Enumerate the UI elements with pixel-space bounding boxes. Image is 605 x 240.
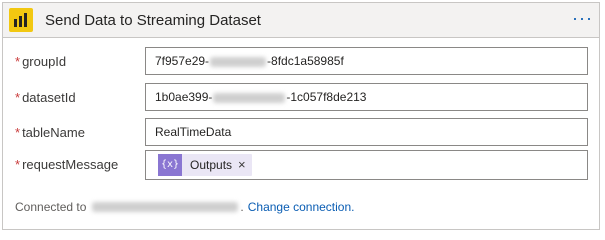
redacted-blur	[92, 202, 239, 212]
redacted-blur	[213, 92, 286, 103]
redacted-blur	[210, 56, 267, 67]
power-bi-icon	[9, 8, 33, 32]
tablename-field[interactable]: RealTimeData	[145, 118, 588, 146]
tablename-label: * tableName	[15, 125, 85, 140]
change-connection-link[interactable]: Change connection.	[248, 200, 355, 214]
action-card: Send Data to Streaming Dataset ··· * grou…	[2, 2, 600, 230]
outputs-token[interactable]: {x} Outputs ×	[158, 154, 252, 176]
card-header[interactable]: Send Data to Streaming Dataset ···	[3, 3, 599, 38]
token-label: Outputs	[190, 158, 233, 172]
groupid-label: * groupId	[15, 54, 67, 69]
requestmessage-label: * requestMessage	[15, 157, 119, 172]
connected-label: Connected to	[15, 200, 87, 214]
close-icon[interactable]: ×	[238, 152, 252, 178]
card-title: Send Data to Streaming Dataset	[45, 12, 261, 29]
more-options-icon[interactable]: ···	[572, 8, 593, 28]
datasetid-field[interactable]: 1b0ae399- -1c057f8de213	[145, 83, 588, 111]
expression-icon: {x}	[158, 154, 182, 176]
datasetid-label: * datasetId	[15, 90, 76, 105]
requestmessage-row: * requestMessage {x} Outputs ×	[3, 150, 599, 180]
tablename-row: * tableName RealTimeData	[3, 118, 599, 148]
groupid-field[interactable]: 7f957e29- -8fdc1a58985f	[145, 47, 588, 75]
connected-suffix: .	[240, 200, 244, 214]
datasetid-row: * datasetId 1b0ae399- -1c057f8de213	[3, 83, 599, 113]
requestmessage-field[interactable]: {x} Outputs ×	[145, 150, 588, 180]
connection-info: Connected to . Change connection.	[15, 200, 354, 214]
groupid-row: * groupId 7f957e29- -8fdc1a58985f	[3, 47, 599, 77]
